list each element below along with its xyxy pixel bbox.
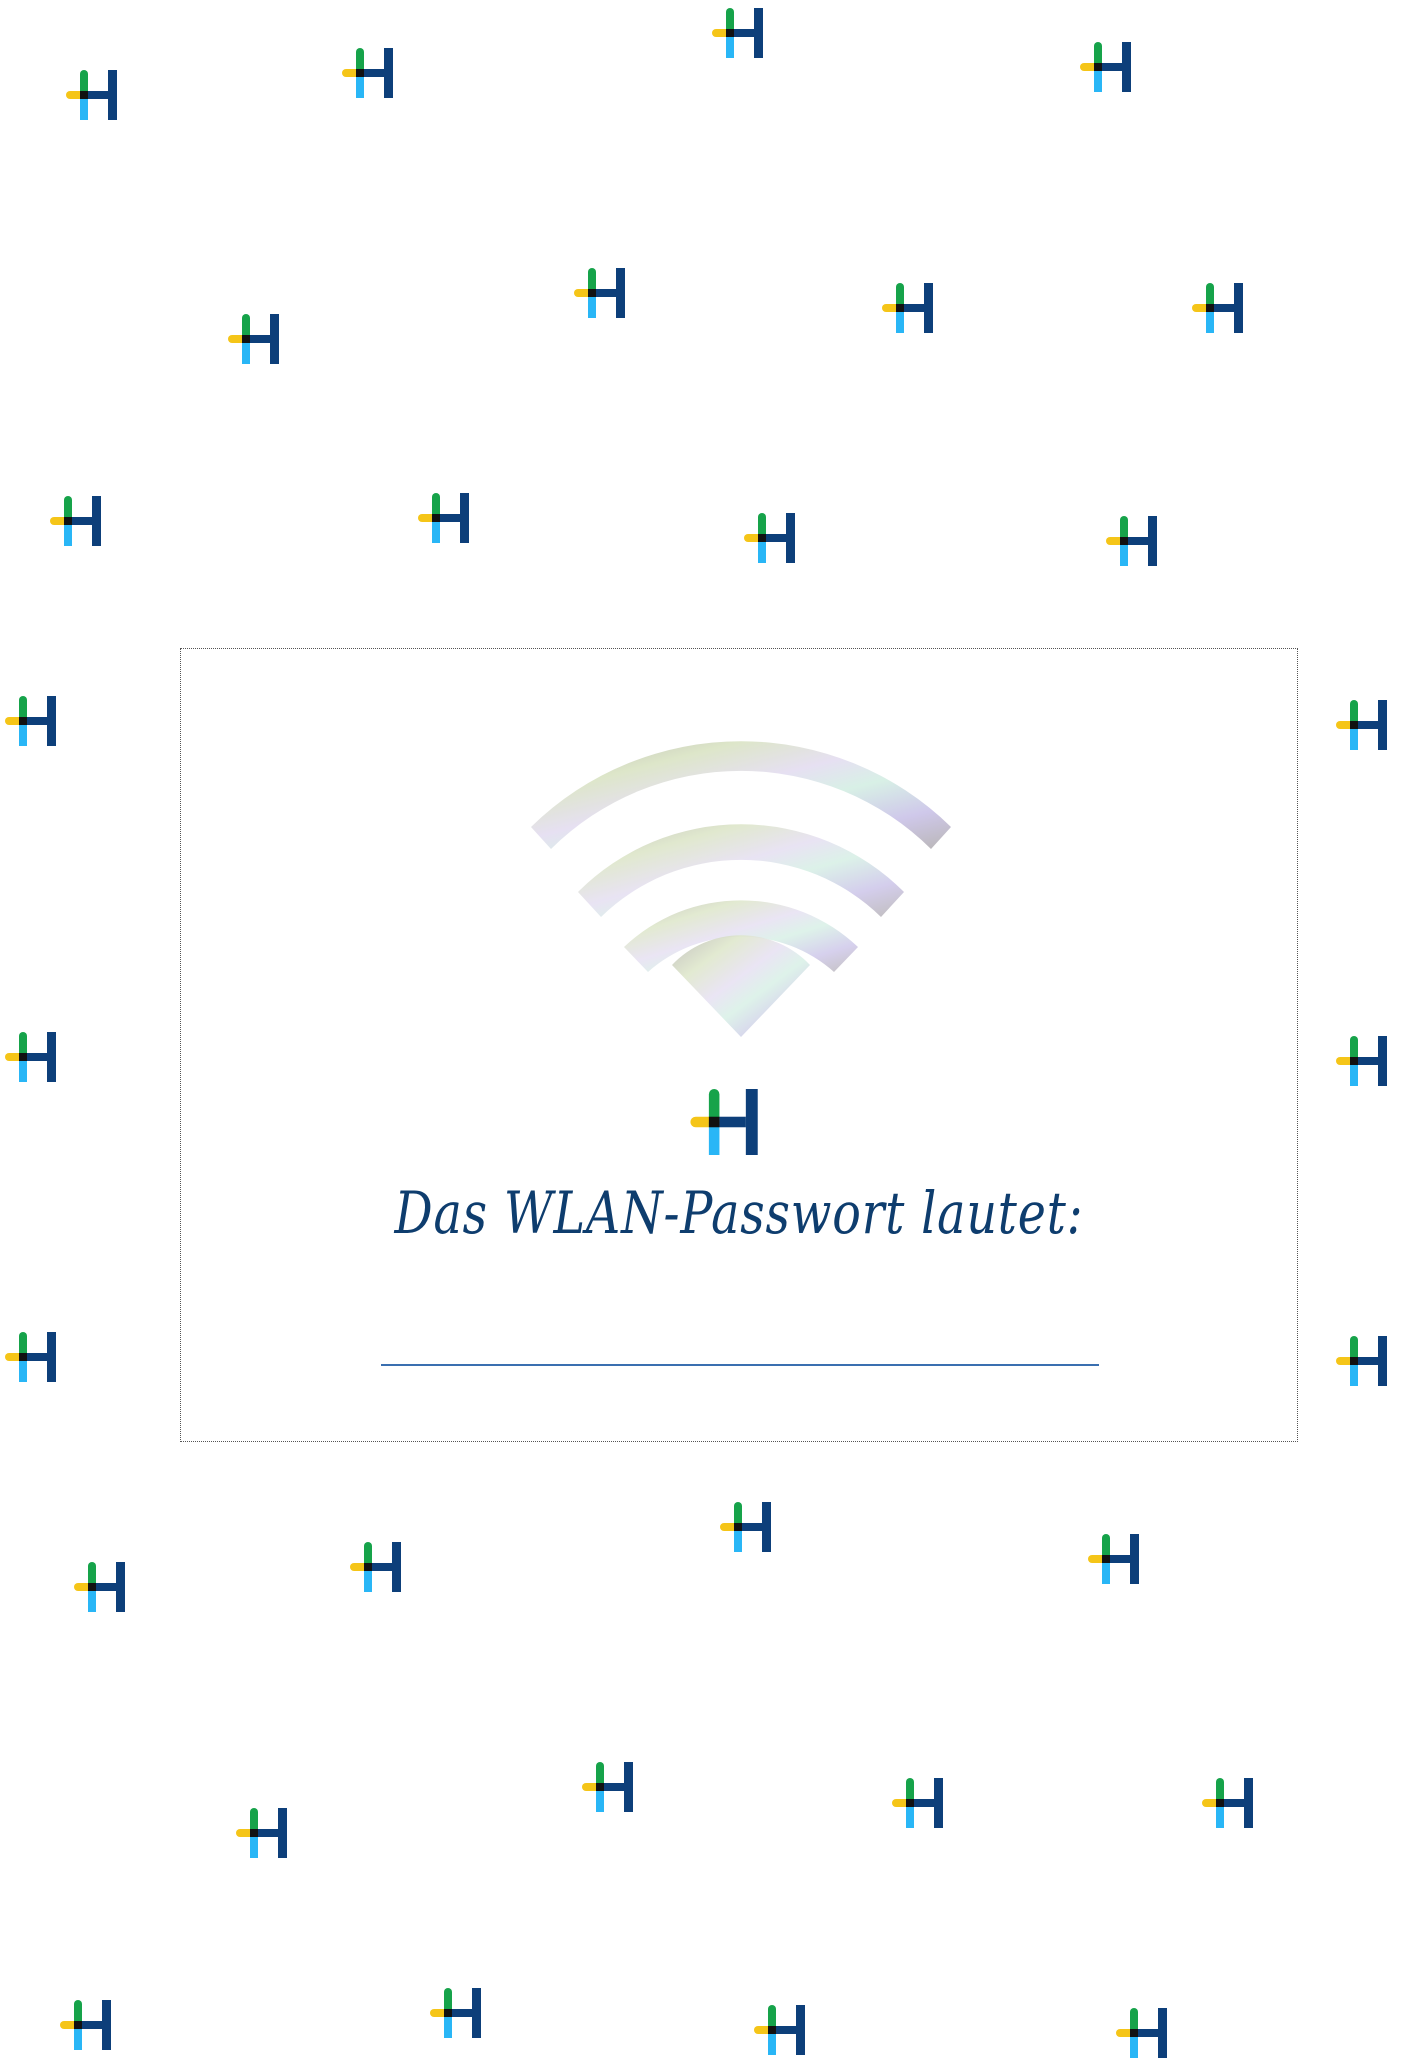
h-logo-icon [5,1032,65,1082]
h-logo-icon [50,496,110,546]
h-logo-icon [574,268,634,318]
h-logo-icon [430,1988,490,2038]
h-logo-icon [754,2005,814,2055]
h-logo-icon [882,283,942,333]
h-logo-icon [1106,516,1166,566]
h-logo-icon [5,1332,65,1382]
h-logo-icon [720,1502,780,1552]
h-logo-icon [60,2000,120,2050]
h-logo-icon [66,70,126,120]
h-logo-icon [236,1808,296,1858]
h-logo-icon [892,1778,952,1828]
h-logo-icon [342,48,402,98]
h-logo-icon [418,493,478,543]
h-logo-icon [5,696,65,746]
h-logo-icon [350,1542,410,1592]
password-headline: Das WLAN-Passwort lautet: [394,1179,1084,1247]
h-logo-icon [1336,700,1396,750]
h-logo-icon [1116,2008,1176,2058]
h-logo-icon [1202,1778,1262,1828]
h-logo-icon [74,1562,134,1612]
h-logo-icon [1088,1534,1148,1584]
h-logo-icon [1336,1336,1396,1386]
h-logo-icon [744,513,804,563]
h-logo-icon [228,314,288,364]
h-logo-icon [1336,1036,1396,1086]
h-logo-icon [582,1762,642,1812]
h-logo-icon [1080,42,1140,92]
wifi-password-card: Das WLAN-Passwort lautet: [180,648,1298,1442]
wifi-icon [531,741,951,1037]
password-write-line[interactable] [381,1364,1099,1366]
h-logo-icon [712,8,772,58]
h-logo-icon [1192,283,1252,333]
h-logo-icon [690,1089,770,1155]
